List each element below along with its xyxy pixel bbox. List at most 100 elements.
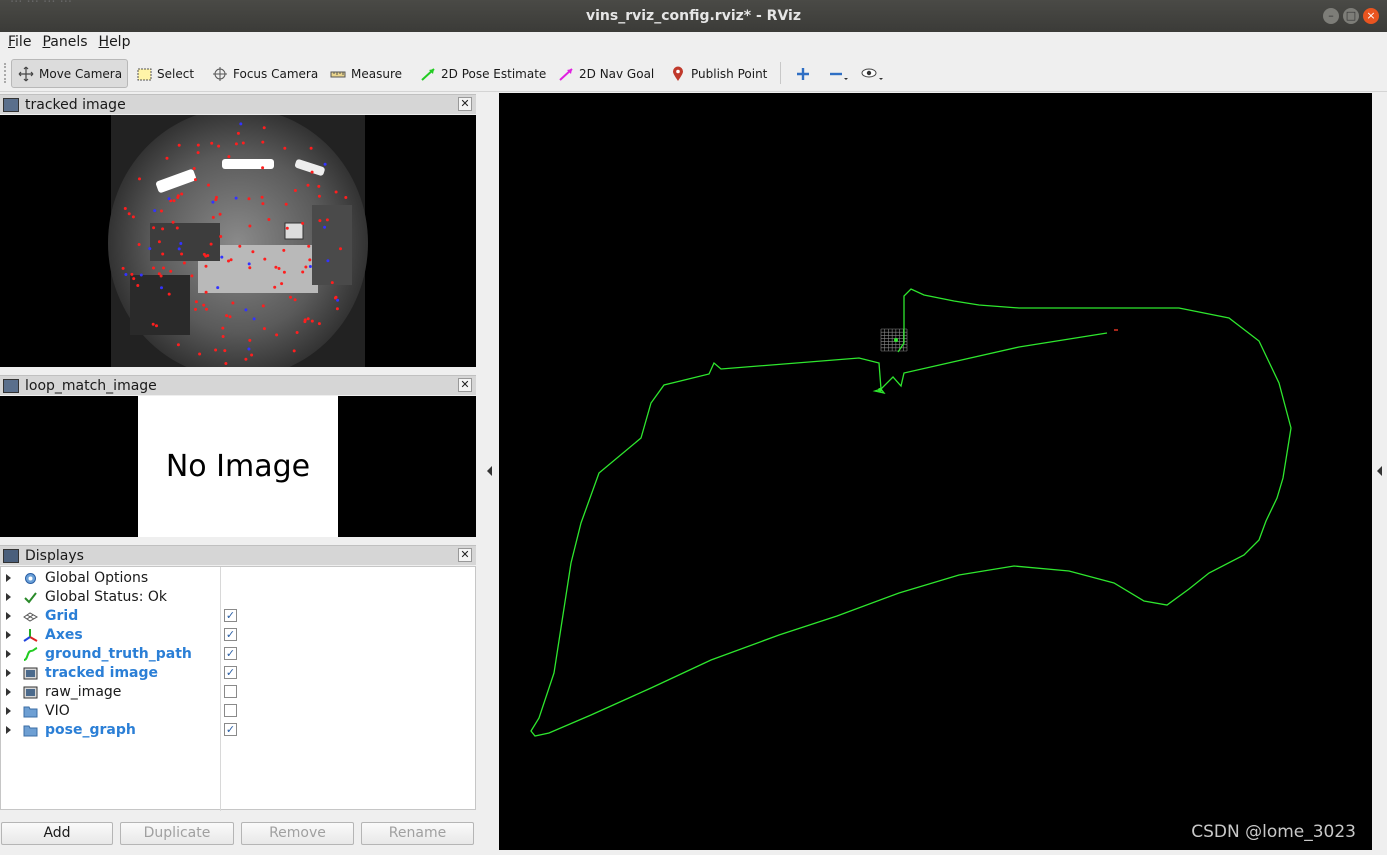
remove-display-button[interactable]: Remove bbox=[241, 822, 354, 845]
grid-icon bbox=[23, 609, 39, 624]
feature-point bbox=[161, 227, 165, 231]
close-button[interactable]: × bbox=[1363, 8, 1379, 24]
select-button[interactable]: Select bbox=[130, 59, 199, 88]
feature-point bbox=[216, 286, 220, 290]
maximize-button[interactable]: □ bbox=[1343, 8, 1359, 24]
publish-point-button[interactable]: Publish Point bbox=[664, 59, 772, 88]
display-enabled-checkbox[interactable]: ✓ bbox=[224, 628, 237, 641]
display-row-grid[interactable]: Grid ✓ bbox=[1, 607, 475, 626]
measure-button[interactable]: Measure bbox=[324, 59, 407, 88]
remove-tool-icon bbox=[827, 66, 848, 82]
loop-match-image-view: No Image bbox=[0, 396, 476, 537]
feature-point bbox=[167, 292, 171, 296]
display-row-global-status-ok[interactable]: Global Status: Ok bbox=[1, 588, 475, 607]
feature-point bbox=[209, 242, 213, 246]
display-enabled-checkbox[interactable]: ✓ bbox=[224, 647, 237, 660]
feature-point bbox=[121, 266, 125, 270]
background-window-text: ... ... ... ... bbox=[10, 0, 72, 6]
feature-point bbox=[179, 242, 183, 245]
minimize-button[interactable]: – bbox=[1323, 8, 1339, 24]
feature-point bbox=[221, 335, 225, 338]
menu-panels[interactable]: Panels bbox=[38, 32, 94, 53]
display-enabled-checkbox[interactable]: ✓ bbox=[224, 723, 237, 736]
feature-point bbox=[204, 264, 208, 268]
expand-arrow-icon[interactable] bbox=[6, 574, 11, 582]
expand-arrow-icon[interactable] bbox=[6, 650, 11, 658]
feature-point bbox=[330, 281, 334, 285]
feature-point bbox=[176, 343, 180, 347]
menu-help[interactable]: Help bbox=[95, 32, 138, 53]
display-label: Global Status: Ok bbox=[45, 589, 168, 605]
expand-arrow-icon[interactable] bbox=[6, 707, 11, 715]
tracked-image-view bbox=[0, 115, 476, 367]
display-row-tracked-image[interactable]: tracked image ✓ bbox=[1, 664, 475, 683]
collapse-left-dock-icon[interactable] bbox=[487, 466, 492, 476]
gear-icon bbox=[23, 571, 38, 586]
feature-point bbox=[139, 273, 143, 277]
pose-estimate-button[interactable]: 2D Pose Estimate bbox=[414, 59, 551, 88]
display-enabled-checkbox[interactable] bbox=[224, 685, 237, 698]
feature-point bbox=[165, 156, 169, 160]
feature-point bbox=[215, 195, 218, 199]
feature-point bbox=[132, 277, 136, 281]
display-row-pose-graph[interactable]: pose_graph ✓ bbox=[1, 721, 475, 740]
display-row-global-options[interactable]: Global Options bbox=[1, 569, 475, 588]
feature-point bbox=[304, 265, 308, 269]
feature-point bbox=[227, 259, 230, 263]
move-camera-button[interactable]: Move Camera bbox=[11, 59, 128, 88]
feature-point bbox=[306, 317, 310, 321]
display-row-axes[interactable]: Axes ✓ bbox=[1, 626, 475, 645]
add-tool-button[interactable] bbox=[789, 59, 821, 88]
feature-point bbox=[261, 166, 265, 170]
expand-arrow-icon[interactable] bbox=[6, 593, 11, 601]
watermark-text: CSDN @lome_3023 bbox=[1191, 822, 1356, 842]
toolbar-separator bbox=[780, 62, 781, 84]
rename-display-button[interactable]: Rename bbox=[361, 822, 474, 845]
nav-goal-button[interactable]: 2D Nav Goal bbox=[552, 59, 659, 88]
display-enabled-checkbox[interactable]: ✓ bbox=[224, 609, 237, 622]
feature-point bbox=[261, 140, 265, 144]
display-row-vio[interactable]: VIO bbox=[1, 702, 475, 721]
expand-arrow-icon[interactable] bbox=[6, 612, 11, 620]
render-viewport[interactable]: CSDN @lome_3023 bbox=[499, 93, 1372, 850]
duplicate-display-button[interactable]: Duplicate bbox=[120, 822, 234, 845]
expand-arrow-icon[interactable] bbox=[6, 726, 11, 734]
display-enabled-checkbox[interactable] bbox=[224, 704, 237, 717]
axes-icon bbox=[23, 628, 38, 643]
feature-point bbox=[190, 274, 194, 278]
expand-arrow-icon[interactable] bbox=[6, 631, 11, 639]
feature-point bbox=[167, 197, 171, 201]
close-displays-panel-button[interactable]: ✕ bbox=[458, 548, 472, 562]
display-row-ground-truth-path[interactable]: ground_truth_path ✓ bbox=[1, 645, 475, 664]
feature-point bbox=[303, 318, 307, 322]
feature-point bbox=[293, 298, 297, 302]
close-tracked-image-panel-button[interactable]: ✕ bbox=[458, 97, 472, 111]
display-enabled-checkbox[interactable]: ✓ bbox=[224, 666, 237, 679]
feature-point bbox=[194, 178, 197, 182]
toolbar-grip[interactable] bbox=[4, 63, 7, 83]
feature-point bbox=[194, 307, 197, 311]
close-loop-match-panel-button[interactable]: ✕ bbox=[458, 378, 472, 392]
feature-point bbox=[152, 266, 155, 270]
feature-point bbox=[219, 235, 223, 238]
expand-arrow-icon[interactable] bbox=[6, 688, 11, 696]
feature-point bbox=[177, 143, 181, 147]
feature-point bbox=[247, 262, 251, 266]
feature-point bbox=[318, 219, 322, 223]
feature-point bbox=[262, 327, 266, 331]
feature-point bbox=[160, 209, 163, 213]
feature-point bbox=[323, 162, 327, 166]
remove-tool-button[interactable] bbox=[822, 59, 854, 88]
pose-estimate-icon bbox=[419, 66, 437, 82]
add-display-button[interactable]: Add bbox=[1, 822, 113, 845]
menu-file[interactable]: File bbox=[4, 32, 38, 53]
collapse-right-dock-icon[interactable] bbox=[1377, 466, 1382, 476]
display-label: Grid bbox=[45, 608, 79, 624]
feature-point bbox=[225, 314, 229, 318]
display-row-raw-image[interactable]: raw_image bbox=[1, 683, 475, 702]
view-tool-button[interactable] bbox=[855, 59, 887, 88]
add-tool-icon bbox=[794, 66, 812, 82]
nav-goal-icon bbox=[557, 66, 575, 82]
expand-arrow-icon[interactable] bbox=[6, 669, 11, 677]
focus-camera-button[interactable]: Focus Camera bbox=[206, 59, 323, 88]
